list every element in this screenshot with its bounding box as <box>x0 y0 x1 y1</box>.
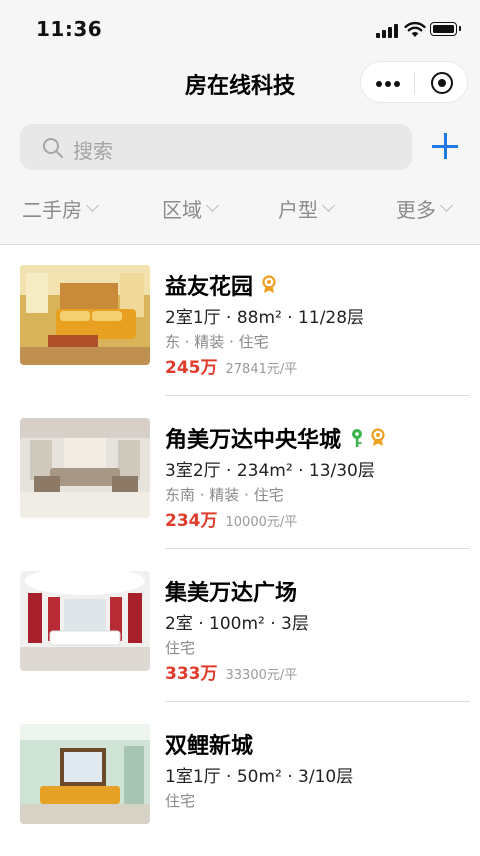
status-bar: 11:36 <box>0 0 480 60</box>
listing-price: 234万 10000元/平 <box>165 506 297 531</box>
search-icon <box>43 138 63 158</box>
more-options-icon[interactable] <box>375 72 401 94</box>
orange-medal-icon <box>371 428 385 446</box>
orange-medal-icon <box>262 275 276 293</box>
filter-label: 二手房 <box>22 197 82 222</box>
unit-price: 27841元/平 <box>225 362 298 377</box>
listing-name: 双鲤新城 <box>165 728 253 760</box>
listing-photo <box>20 571 150 671</box>
chevron-down-icon <box>322 198 335 212</box>
filter-label: 区域 <box>162 197 202 222</box>
divider <box>165 548 470 549</box>
listing-card[interactable]: 集美万达广场 2室 · 100m² · 3层 住宅 333万 33300元/平 <box>0 551 480 703</box>
listing-photo <box>20 724 150 824</box>
listing-photo <box>20 418 150 518</box>
filter-layout[interactable]: 户型 <box>278 188 335 228</box>
search-placeholder: 搜索 <box>73 139 113 163</box>
listing-specs: 3室2厅 · 234m² · 13/30层 <box>165 461 375 481</box>
total-price: 234万 <box>165 511 218 531</box>
listing-photo <box>20 265 150 365</box>
listing-name: 集美万达广场 <box>165 575 297 607</box>
cellular-signal-icon <box>376 24 400 38</box>
divider <box>165 701 470 702</box>
filter-more[interactable]: 更多 <box>396 188 453 228</box>
listing-price: 245万 27841元/平 <box>165 353 297 378</box>
listing-specs: 2室1厅 · 88m² · 11/28层 <box>165 308 365 328</box>
listing-card[interactable]: 角美万达中央华城 3室2厅 · 234m² · 13/30层 东南 · 精装 ·… <box>0 398 480 550</box>
listing-name: 角美万达中央华城 <box>165 422 391 454</box>
total-price: 245万 <box>165 358 218 378</box>
listing-tags: 住宅 <box>165 792 196 810</box>
filter-district[interactable]: 区域 <box>162 188 219 228</box>
capsule-divider <box>414 72 415 94</box>
listing-title: 角美万达中央华城 <box>165 428 342 453</box>
chevron-down-icon <box>440 198 453 212</box>
filter-label: 户型 <box>278 197 318 222</box>
listing-tags: 东南 · 精装 · 住宅 <box>165 486 284 504</box>
filter-bar: 二手房 区域 户型 更多 <box>0 188 480 228</box>
close-target-icon[interactable] <box>431 72 453 94</box>
listing-name: 益友花园 <box>165 269 282 301</box>
wifi-icon <box>404 21 426 37</box>
listing-price: 333万 33300元/平 <box>165 659 297 684</box>
filter-label: 更多 <box>396 197 436 222</box>
chevron-down-icon <box>86 198 99 212</box>
listing-title: 集美万达广场 <box>165 581 298 606</box>
listing-specs: 2室 · 100m² · 3层 <box>165 614 309 634</box>
mini-program-capsule <box>360 61 468 103</box>
listing-title: 双鲤新城 <box>165 734 254 759</box>
divider <box>165 395 470 396</box>
chevron-down-icon <box>206 198 219 212</box>
listing-card[interactable]: 双鲤新城 1室1厅 · 50m² · 3/10层 住宅 <box>0 704 480 856</box>
unit-price: 10000元/平 <box>225 515 298 530</box>
listing-tags: 住宅 <box>165 639 196 657</box>
search-input[interactable]: 搜索 <box>20 124 412 170</box>
listing-tags: 东 · 精装 · 住宅 <box>165 333 269 351</box>
total-price: 333万 <box>165 664 218 684</box>
filter-listing-type[interactable]: 二手房 <box>22 188 99 228</box>
listing-specs: 1室1厅 · 50m² · 3/10层 <box>165 767 354 787</box>
listing-card[interactable]: 益友花园 2室1厅 · 88m² · 11/28层 东 · 精装 · 住宅 24… <box>0 245 480 397</box>
unit-price: 33300元/平 <box>225 668 298 683</box>
green-key-icon <box>352 429 363 447</box>
listing-title: 益友花园 <box>165 275 254 300</box>
status-time: 11:36 <box>36 17 103 41</box>
battery-icon <box>430 22 461 36</box>
add-button[interactable] <box>430 131 460 161</box>
